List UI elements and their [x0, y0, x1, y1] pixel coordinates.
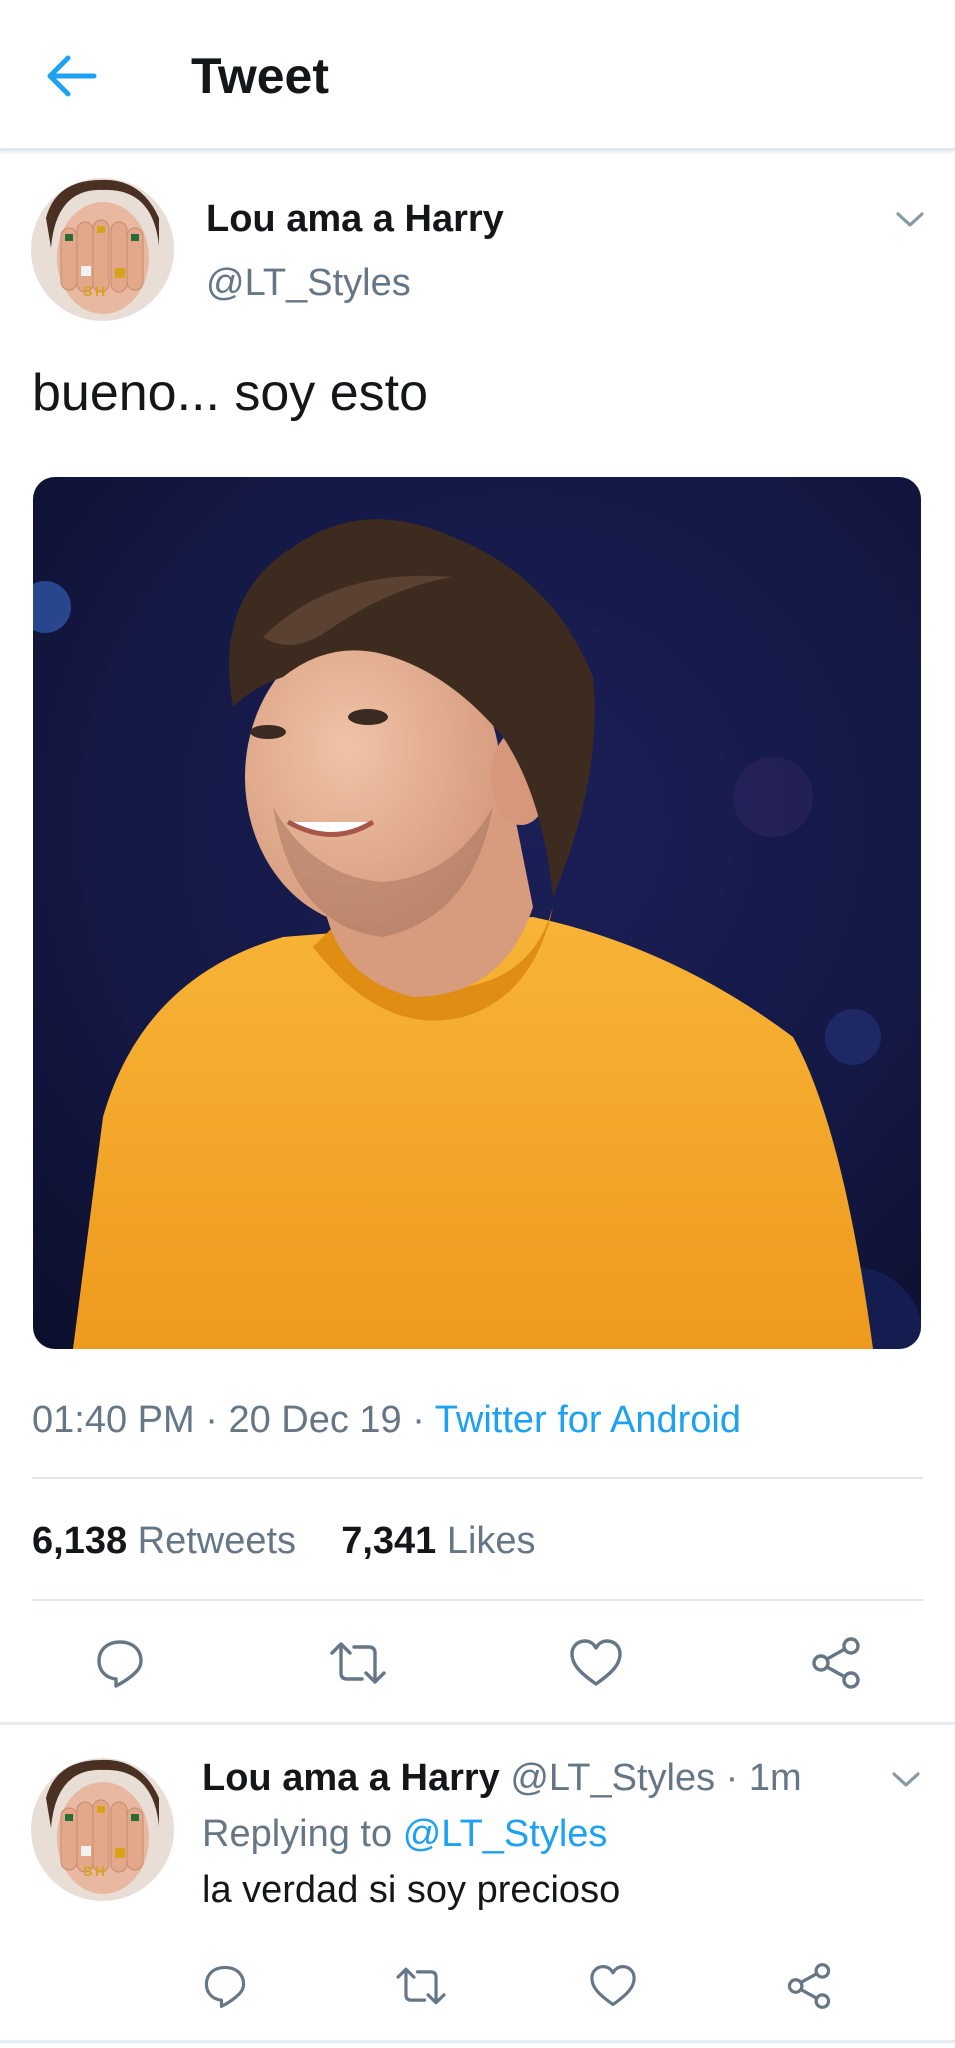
meta-separator: · [412, 1399, 425, 1441]
chevron-down-icon[interactable] [893, 202, 927, 236]
chevron-down-icon[interactable] [889, 1762, 923, 1796]
section-divider [0, 1722, 955, 1725]
svg-text:H: H [95, 283, 105, 299]
author-name[interactable]: Lou ama a Harry [206, 196, 504, 242]
replying-to: Replying to @LT_Styles [202, 1808, 607, 1860]
svg-text:S: S [83, 1863, 92, 1879]
reply-retweet-button[interactable] [392, 1959, 450, 2013]
comment-icon [204, 1965, 246, 2008]
back-arrow-icon[interactable] [44, 48, 100, 104]
reply-reply-button[interactable] [198, 1959, 252, 2013]
reply-author-avatar[interactable]: S H [31, 1758, 174, 1901]
reply-age: 1m [748, 1757, 802, 1799]
app-header: Tweet [0, 0, 955, 151]
share-icon [787, 1963, 831, 2009]
reply-share-button[interactable] [782, 1959, 836, 2013]
replying-to-label: Replying to [202, 1813, 393, 1855]
divider [32, 1477, 923, 1479]
share-button[interactable] [806, 1633, 866, 1693]
tweet-date: 20 Dec 19 [228, 1399, 402, 1441]
page-title: Tweet [191, 48, 329, 104]
reply-button[interactable] [90, 1633, 150, 1693]
tweet-photo[interactable] [33, 477, 921, 1349]
heart-icon [590, 1965, 636, 2007]
tweet-time: 01:40 PM [32, 1399, 195, 1441]
reply-author-name[interactable]: Lou ama a Harry [202, 1757, 500, 1799]
svg-text:H: H [95, 1863, 105, 1879]
reply-header: Lou ama a Harry @LT_Styles · 1m [202, 1752, 802, 1804]
tweet-stats: 6,138 Retweets 7,341 Likes [32, 1511, 536, 1571]
reply-text: la verdad si soy precioso [202, 1869, 621, 1911]
likes-label[interactable]: Likes [447, 1520, 536, 1562]
replying-to-handle[interactable]: @LT_Styles [403, 1813, 608, 1855]
section-divider [0, 2040, 955, 2043]
reply-like-button[interactable] [586, 1959, 640, 2013]
author-handle[interactable]: @LT_Styles [206, 260, 411, 306]
heart-icon [570, 1639, 622, 1686]
retweet-icon [396, 1967, 446, 2005]
reply-author-handle[interactable]: @LT_Styles [510, 1757, 715, 1799]
tweet-timestamp: 01:40 PM · 20 Dec 19 · Twitter for Andro… [32, 1390, 741, 1450]
author-avatar[interactable]: S H [31, 178, 174, 321]
divider [32, 1599, 923, 1601]
reply-separator: · [725, 1757, 739, 1799]
retweet-icon [330, 1642, 386, 1684]
retweet-button[interactable] [326, 1633, 390, 1693]
like-button[interactable] [566, 1633, 626, 1693]
tweet-text: bueno... soy esto [32, 364, 429, 422]
share-icon [812, 1637, 860, 1689]
retweets-count[interactable]: 6,138 [32, 1520, 127, 1562]
likes-count[interactable]: 7,341 [341, 1520, 436, 1562]
svg-text:S: S [83, 283, 92, 299]
comment-icon [97, 1640, 143, 1688]
meta-separator: · [205, 1399, 218, 1441]
tweet-source-link[interactable]: Twitter for Android [435, 1399, 741, 1441]
retweets-label[interactable]: Retweets [138, 1520, 296, 1562]
